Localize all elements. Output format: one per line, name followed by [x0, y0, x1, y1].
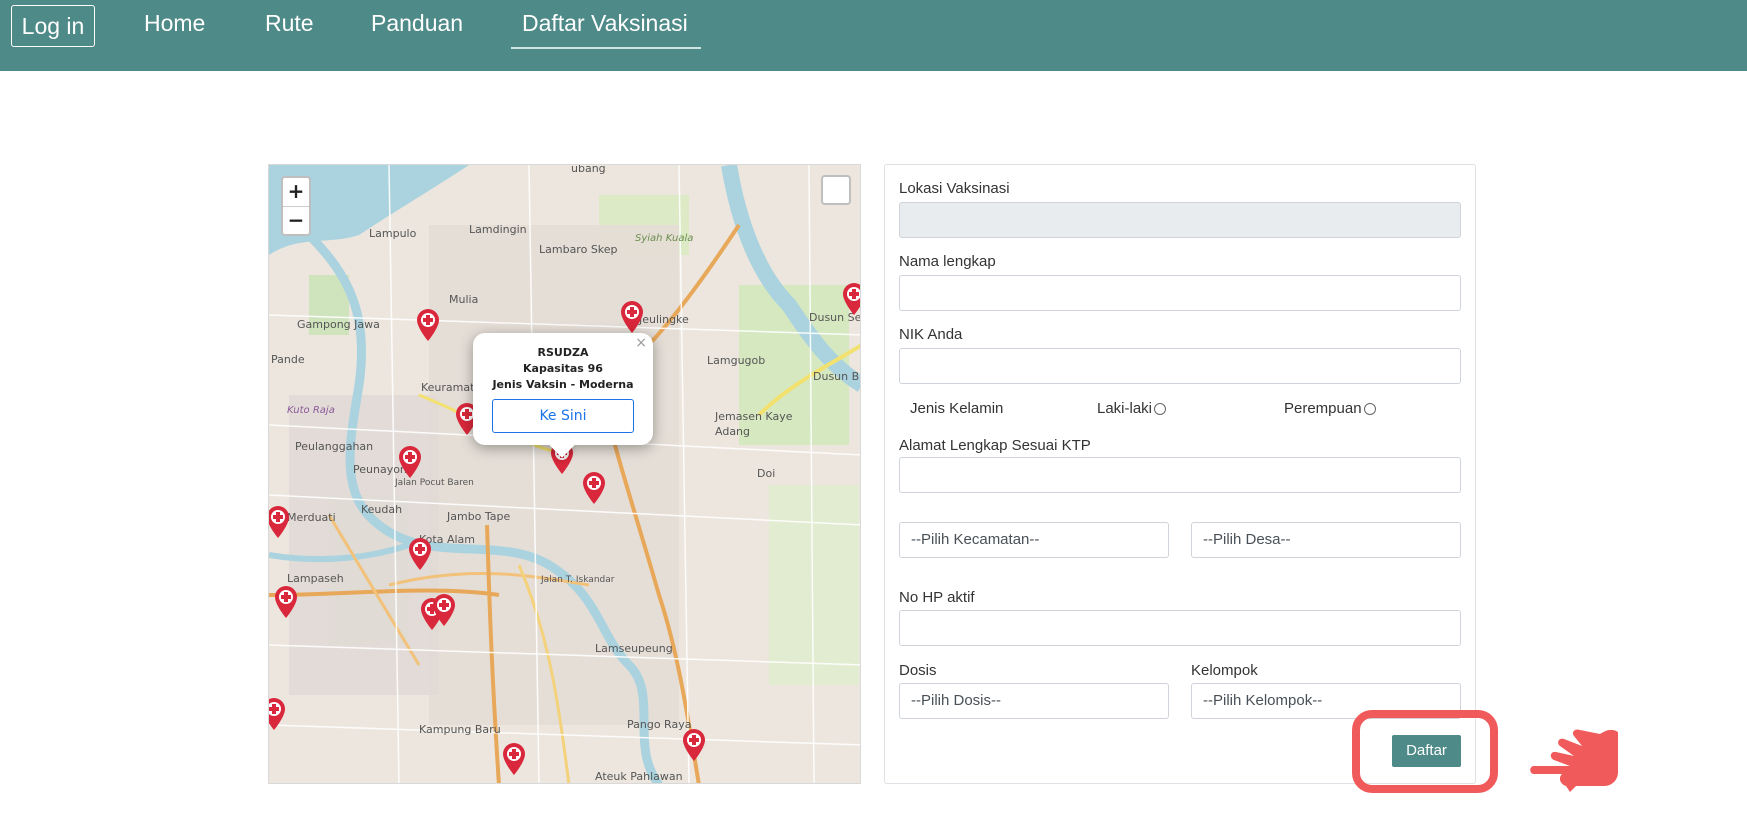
no-hp-label: No HP aktif	[899, 589, 975, 606]
vaccination-location-marker[interactable]	[841, 282, 861, 316]
map-label: Mulia	[449, 293, 479, 306]
gender-female-label: Perempuan	[1284, 400, 1362, 417]
map-label: Lambaro Skep	[539, 243, 618, 256]
kelompok-label: Kelompok	[1191, 662, 1258, 679]
map-label: Syiah Kuala	[635, 233, 694, 244]
gender-male-label: Laki-laki	[1097, 400, 1153, 417]
map-label: Jambo Tape	[447, 510, 511, 523]
ke-sini-button[interactable]: Ke Sini	[492, 399, 634, 433]
map-label: Jeulingke	[639, 313, 689, 326]
map-label: Kuto Raja	[287, 405, 335, 416]
top-navbar: Log in Home Rute Panduan Daftar Vaksinas…	[0, 0, 1747, 71]
nik-input[interactable]	[899, 348, 1461, 384]
vaccination-location-marker[interactable]	[431, 593, 457, 627]
map-label: Lamdingin	[469, 223, 527, 236]
lokasi-vaksinasi-field	[899, 202, 1461, 238]
kecamatan-select[interactable]: --Pilih Kecamatan--	[899, 522, 1169, 558]
map-label: Lampaseh	[287, 572, 344, 585]
nav-daftar-vaksinasi[interactable]: Daftar Vaksinasi	[522, 8, 688, 38]
vaccination-location-marker[interactable]	[273, 585, 299, 619]
map-view[interactable]: Lampulo Lamdingin Lambaro Skep Syiah Kua…	[268, 164, 861, 784]
nav-panduan[interactable]: Panduan	[371, 8, 463, 38]
vaccination-location-marker[interactable]	[397, 445, 423, 479]
vaccination-location-marker[interactable]	[619, 300, 645, 334]
gender-male-radio[interactable]	[1154, 403, 1167, 416]
map-label: Pande	[271, 353, 305, 366]
alamat-label: Alamat Lengkap Sesuai KTP	[899, 437, 1091, 454]
vaccination-location-marker[interactable]	[581, 471, 607, 505]
popup-close-icon[interactable]: ×	[635, 335, 647, 351]
map-label: Lampulo	[369, 227, 417, 240]
submit-highlight-annotation	[1352, 710, 1498, 793]
location-popup: × RSUDZA Kapasitas 96 Jenis Vaksin - Mod…	[473, 333, 653, 445]
map-label: Gampong Jawa	[297, 318, 380, 331]
map-label: Ateuk Pahlawan	[595, 770, 683, 783]
map-label: Kampung Baru	[419, 723, 501, 736]
popup-capacity: Kapasitas 96	[523, 362, 603, 375]
zoom-out-button[interactable]: −	[283, 207, 309, 235]
map-label: Jalan Pocut Baren	[395, 478, 474, 488]
nav-rute[interactable]: Rute	[265, 8, 314, 38]
vaccination-location-marker[interactable]	[501, 742, 527, 776]
map-layer-toggle-button[interactable]	[821, 175, 851, 205]
nama-lengkap-input[interactable]	[899, 275, 1461, 311]
vaccination-location-marker[interactable]	[415, 308, 441, 342]
dosis-label: Dosis	[899, 662, 937, 679]
vaccination-location-marker[interactable]	[407, 537, 433, 571]
lokasi-vaksinasi-label: Lokasi Vaksinasi	[899, 180, 1010, 197]
map-label: Doi	[757, 467, 776, 480]
map-label: Keuramat	[421, 381, 475, 394]
map-label: Peulanggahan	[295, 440, 374, 453]
map-label: ubang	[571, 164, 606, 175]
pointing-hand-icon	[1530, 729, 1618, 792]
gender-female-option[interactable]: Perempuan	[1284, 400, 1376, 417]
zoom-control: + −	[281, 176, 311, 236]
no-hp-input[interactable]	[899, 610, 1461, 646]
vaccination-location-marker[interactable]	[681, 728, 707, 762]
vaccination-location-marker[interactable]	[268, 697, 287, 731]
map-label: Keudah	[361, 503, 403, 516]
active-nav-indicator	[511, 47, 701, 49]
popup-vaccine-type: Jenis Vaksin - Moderna	[492, 378, 634, 391]
jenis-kelamin-label: Jenis Kelamin	[910, 400, 1004, 417]
gender-male-option[interactable]: Laki-laki	[1097, 400, 1167, 417]
popup-location-name: RSUDZA	[537, 346, 589, 359]
desa-select[interactable]: --Pilih Desa--	[1191, 522, 1461, 558]
dosis-select[interactable]: --Pilih Dosis--	[899, 683, 1169, 719]
map-label: Merduati	[287, 511, 336, 524]
zoom-in-button[interactable]: +	[283, 178, 309, 207]
map-label: Lamseupeung	[595, 642, 673, 655]
alamat-input[interactable]	[899, 457, 1461, 493]
map-label: Jalan T. Iskandar	[541, 575, 615, 585]
map-label: Lamgugob	[707, 354, 766, 367]
login-button[interactable]: Log in	[11, 5, 95, 47]
nama-lengkap-label: Nama lengkap	[899, 253, 996, 270]
map-label: Dusun B	[813, 370, 860, 383]
nik-label: NIK Anda	[899, 326, 963, 343]
nav-home[interactable]: Home	[144, 8, 205, 38]
map-label: Jemasen Kaye Adang	[715, 410, 793, 438]
vaccination-location-marker[interactable]	[268, 505, 291, 539]
gender-female-radio[interactable]	[1363, 403, 1376, 416]
